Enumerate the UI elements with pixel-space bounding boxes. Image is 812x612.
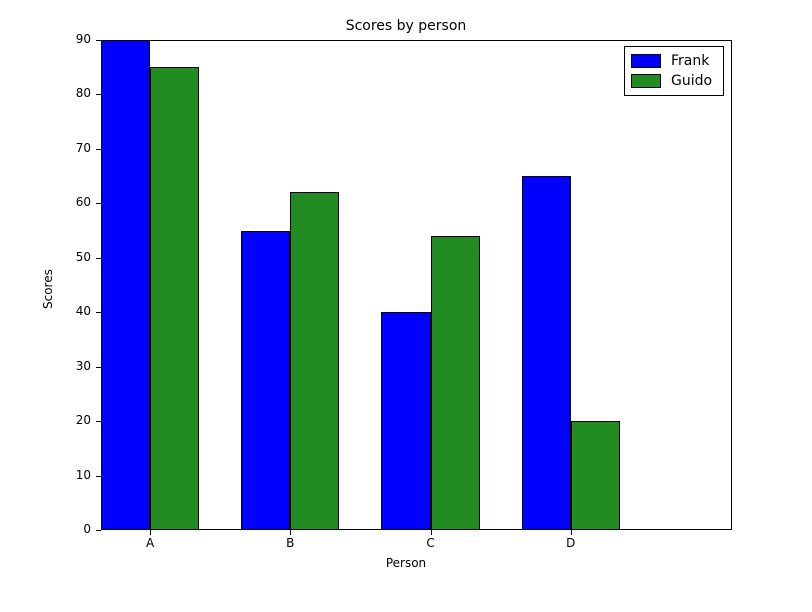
y-tick-label: 20 (59, 413, 91, 427)
legend-label: Guido (671, 73, 712, 89)
legend-swatch-icon (631, 74, 661, 88)
y-tick-label: 60 (59, 195, 91, 209)
y-tick (96, 476, 101, 477)
y-tick-label: 80 (59, 86, 91, 100)
x-tick (431, 530, 432, 535)
legend-swatch-icon (631, 54, 661, 68)
legend: Frank Guido (624, 46, 724, 96)
y-tick (96, 312, 101, 313)
y-tick (96, 258, 101, 259)
x-tick (290, 530, 291, 535)
y-tick-label: 30 (59, 359, 91, 373)
y-tick (96, 149, 101, 150)
legend-item: Frank (631, 51, 717, 71)
x-tick-label: B (270, 536, 310, 550)
bar-frank-C (381, 312, 430, 530)
y-tick (96, 367, 101, 368)
y-tick-label: 40 (59, 304, 91, 318)
legend-item: Guido (631, 71, 717, 91)
x-tick (571, 530, 572, 535)
bar-frank-B (241, 231, 290, 530)
x-axis-label: Person (0, 556, 812, 570)
bar-guido-C (431, 236, 480, 530)
y-tick-label: 0 (59, 522, 91, 536)
y-tick (96, 40, 101, 41)
x-tick-label: C (411, 536, 451, 550)
bar-frank-A (101, 40, 150, 530)
y-tick-label: 90 (59, 32, 91, 46)
y-axis-label: Scores (41, 269, 55, 309)
chart-figure: Scores by person Scores Person Frank Guid… (0, 0, 812, 612)
y-tick (96, 421, 101, 422)
y-tick (96, 530, 101, 531)
chart-title: Scores by person (0, 18, 812, 34)
x-tick-label: A (130, 536, 170, 550)
y-tick (96, 94, 101, 95)
y-tick-label: 50 (59, 250, 91, 264)
x-tick-label: D (551, 536, 591, 550)
y-tick-label: 10 (59, 468, 91, 482)
legend-label: Frank (671, 53, 709, 69)
bar-guido-B (290, 192, 339, 530)
bar-frank-D (522, 176, 571, 530)
y-tick-label: 70 (59, 141, 91, 155)
bar-guido-D (571, 421, 620, 530)
y-tick (96, 203, 101, 204)
bar-guido-A (150, 67, 199, 530)
x-tick (150, 530, 151, 535)
